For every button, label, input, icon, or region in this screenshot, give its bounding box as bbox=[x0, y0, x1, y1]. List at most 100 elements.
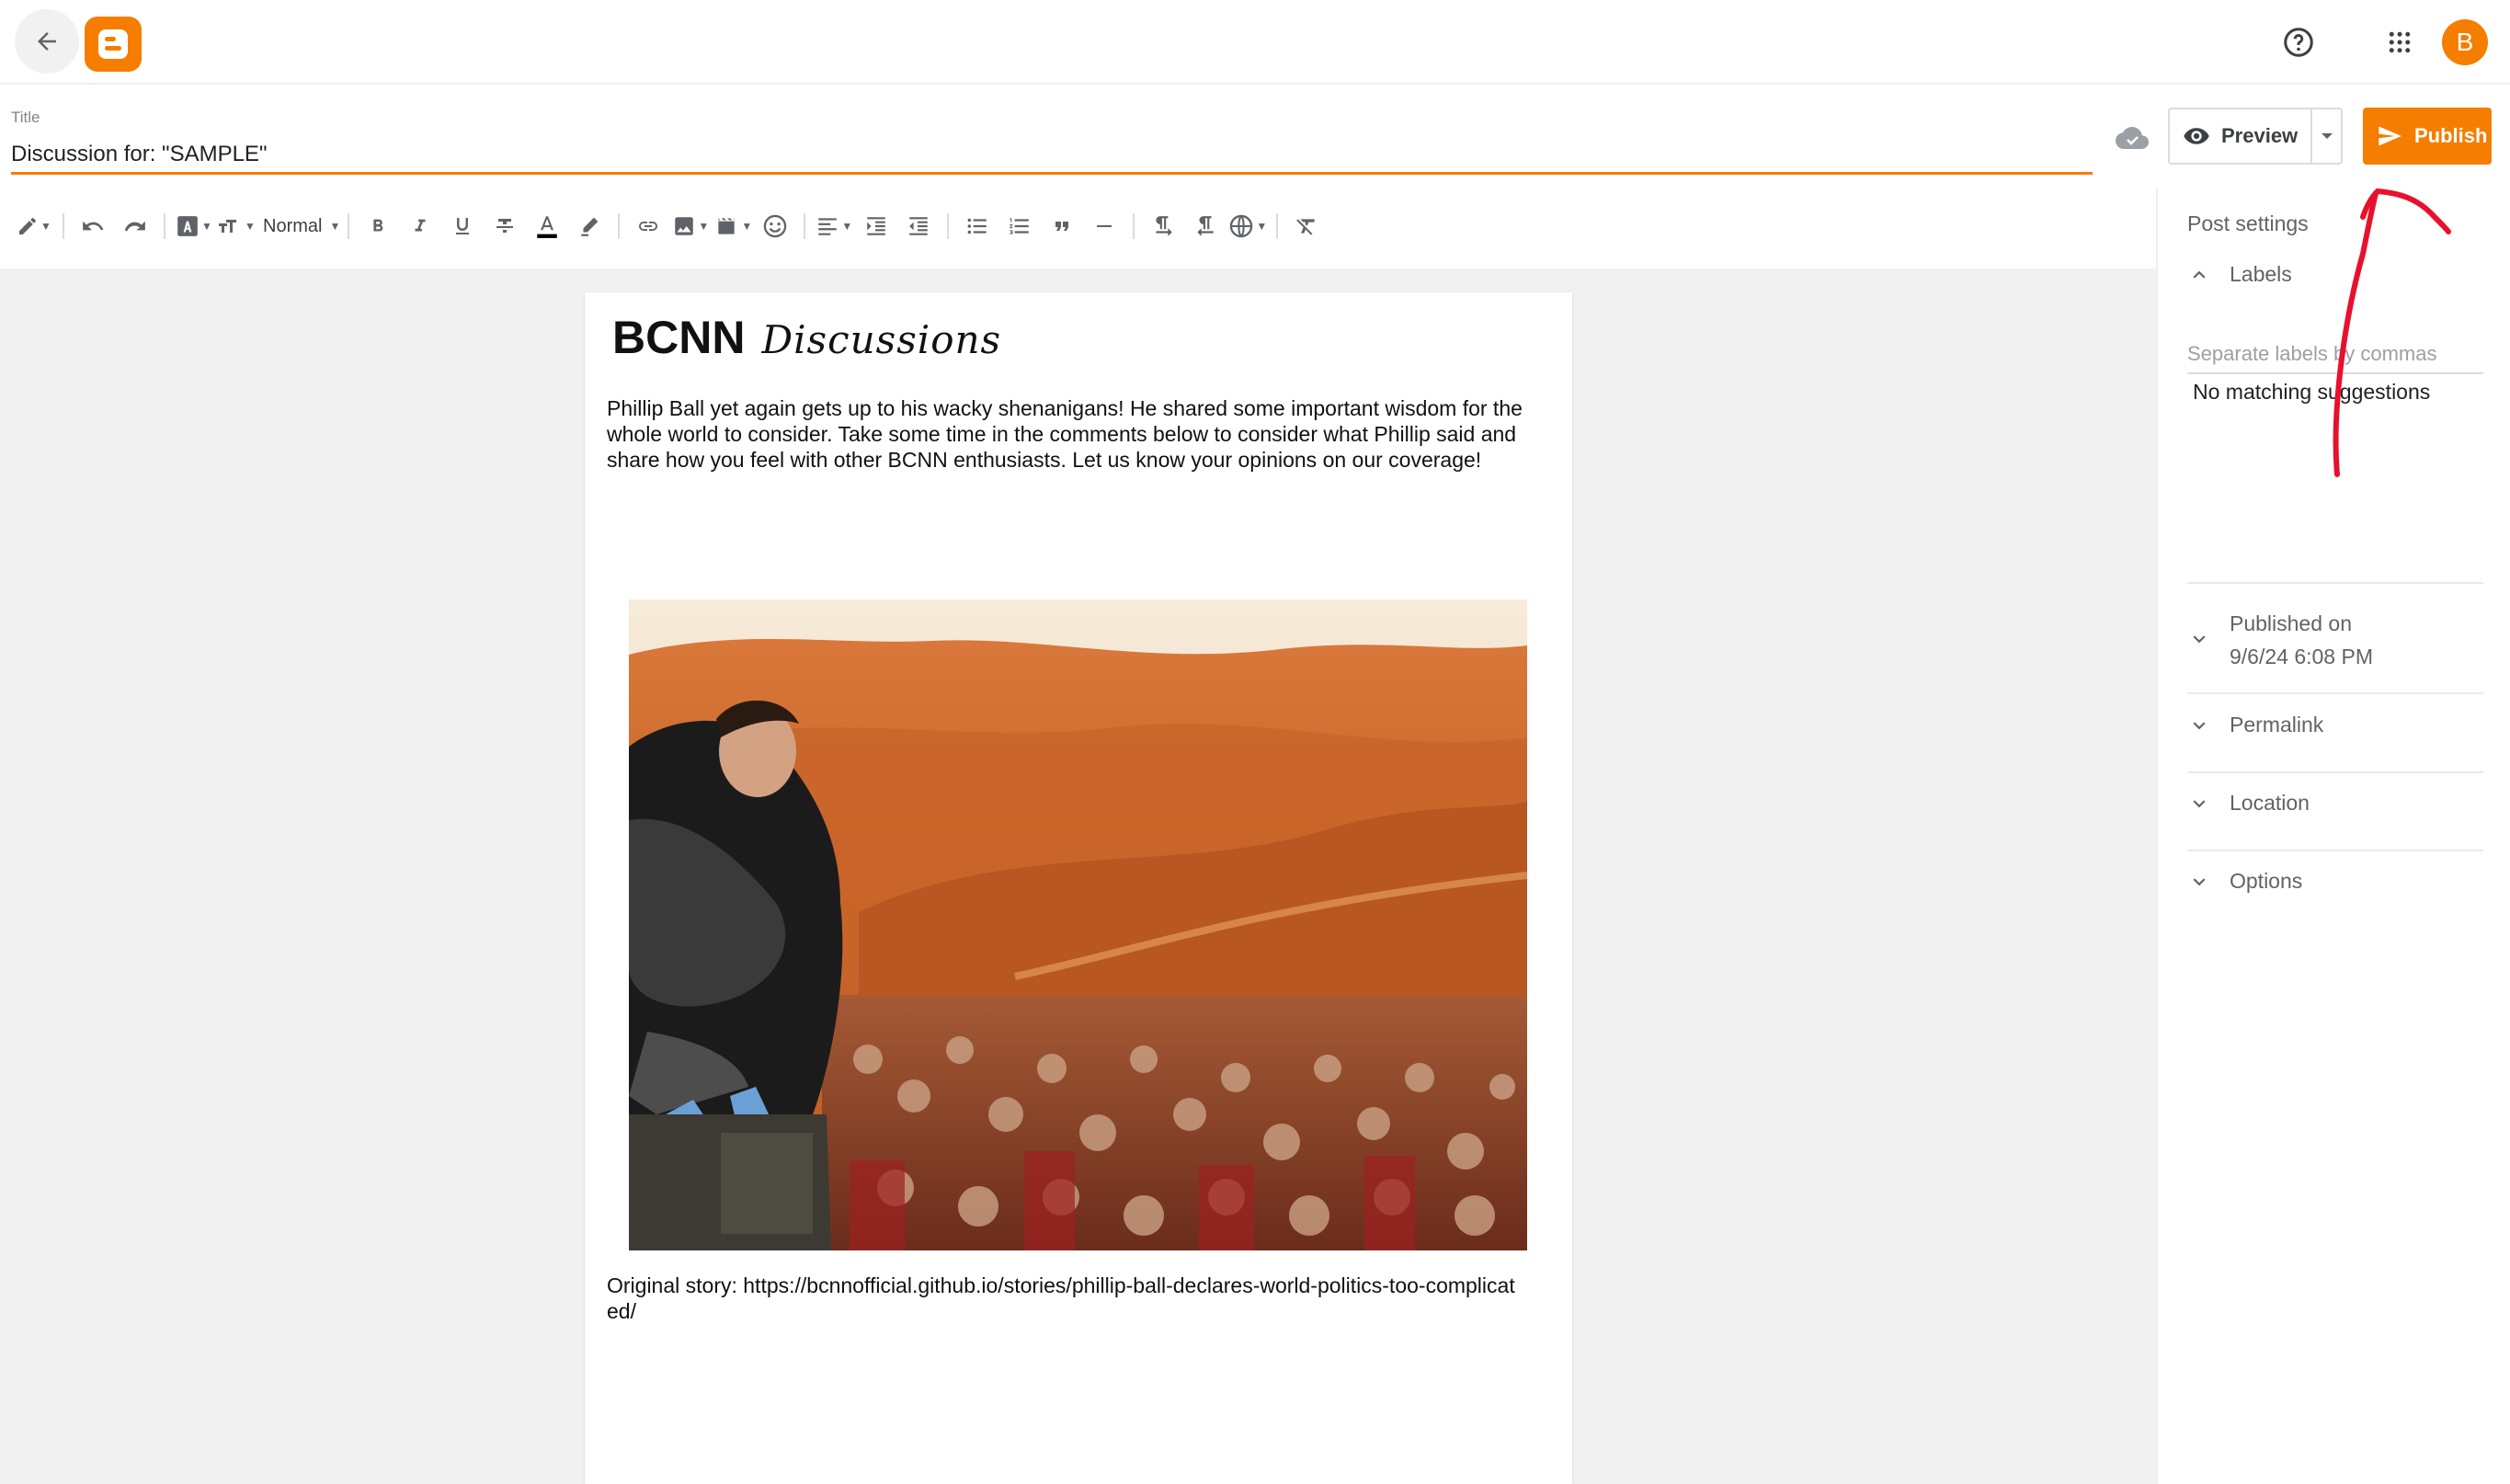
numbered-list-button[interactable] bbox=[998, 204, 1041, 248]
clear-formatting-button[interactable] bbox=[1285, 204, 1328, 248]
font-size-icon bbox=[219, 220, 237, 233]
heading-script-text: Discussions bbox=[761, 317, 1002, 362]
horizontal-rule-icon bbox=[1097, 225, 1112, 227]
globe-icon bbox=[1230, 214, 1253, 238]
strikethrough-button[interactable] bbox=[484, 204, 526, 248]
bold-button[interactable] bbox=[357, 204, 399, 248]
chevron-down-icon bbox=[2193, 799, 2206, 807]
permalink-section-toggle[interactable]: Permalink bbox=[2187, 713, 2483, 737]
outdent-icon bbox=[909, 217, 929, 235]
sidebar-divider bbox=[2187, 692, 2483, 694]
publish-label: Publish bbox=[2414, 124, 2488, 147]
cloud-check-icon bbox=[2112, 118, 2152, 158]
underline-button[interactable] bbox=[441, 204, 484, 248]
redo-button[interactable] bbox=[114, 204, 156, 248]
title-label: Title bbox=[11, 108, 40, 126]
chevron-down-icon bbox=[2193, 635, 2206, 644]
italic-button[interactable] bbox=[399, 204, 441, 248]
published-on-section-toggle[interactable]: Published on 9/6/24 6:08 PM bbox=[2187, 607, 2483, 673]
image-button[interactable]: ▼ bbox=[669, 204, 712, 248]
quote-icon bbox=[1055, 222, 1069, 231]
undo-icon bbox=[83, 221, 104, 231]
toolbar-divider bbox=[63, 213, 64, 239]
sidebar-divider bbox=[2187, 771, 2483, 773]
published-on-text: Published on 9/6/24 6:08 PM bbox=[2230, 607, 2373, 673]
avatar[interactable]: B bbox=[2442, 19, 2488, 65]
back-button[interactable] bbox=[15, 9, 79, 74]
title-field[interactable] bbox=[11, 136, 2093, 175]
chevron-down-icon bbox=[2193, 721, 2206, 729]
labels-input[interactable] bbox=[2187, 336, 2483, 374]
apps-grid-icon bbox=[2389, 31, 2411, 53]
quote-button[interactable] bbox=[1041, 204, 1083, 248]
original-story-link[interactable]: Original story: https://bcnnofficial.git… bbox=[607, 1273, 1526, 1324]
help-button[interactable] bbox=[2271, 15, 2326, 70]
labels-section-toggle[interactable]: Labels bbox=[2187, 262, 2483, 287]
link-icon bbox=[639, 222, 658, 231]
post-paragraph: Phillip Ball yet again gets up to his wa… bbox=[607, 396, 1523, 472]
indent-icon bbox=[867, 217, 886, 235]
preview-dropdown-button[interactable] bbox=[2312, 109, 2341, 163]
post-body-editor[interactable]: BCNN Discussions Phillip Ball yet again … bbox=[585, 292, 1572, 1484]
publish-button[interactable]: Publish bbox=[2363, 108, 2492, 165]
underline-icon bbox=[456, 218, 470, 234]
horizontal-rule-button[interactable] bbox=[1083, 204, 1125, 248]
paragraph-style-label: Normal bbox=[263, 215, 323, 236]
chevron-up-icon bbox=[2193, 270, 2206, 279]
location-section-toggle[interactable]: Location bbox=[2187, 791, 2483, 816]
bulleted-list-icon bbox=[967, 218, 987, 234]
apps-button[interactable] bbox=[2372, 15, 2427, 70]
options-label: Options bbox=[2230, 869, 2303, 893]
help-circle-icon bbox=[2284, 28, 2313, 57]
link-button[interactable] bbox=[627, 204, 669, 248]
toolbar-divider bbox=[618, 213, 621, 239]
align-button[interactable]: ▼ bbox=[813, 204, 855, 248]
ltr-button[interactable] bbox=[1142, 204, 1184, 248]
published-on-date: 9/6/24 6:08 PM bbox=[2230, 645, 2373, 668]
video-icon bbox=[718, 218, 736, 234]
preview-button-group: Preview bbox=[2168, 108, 2343, 165]
numbered-list-icon bbox=[1010, 218, 1030, 234]
caret-down-icon bbox=[2321, 133, 2333, 139]
ltr-icon bbox=[1156, 216, 1173, 236]
italic-icon bbox=[415, 219, 426, 232]
preview-label: Preview bbox=[2221, 124, 2299, 147]
emoji-button[interactable] bbox=[754, 204, 796, 248]
send-icon bbox=[2379, 126, 2402, 146]
video-button[interactable]: ▼ bbox=[712, 204, 754, 248]
font-family-button[interactable]: ▼ bbox=[173, 204, 215, 248]
undo-button[interactable] bbox=[72, 204, 114, 248]
paragraph-style-select[interactable]: Normal ▼ bbox=[257, 204, 340, 248]
toolbar-divider bbox=[947, 213, 950, 239]
outdent-button[interactable] bbox=[897, 204, 940, 248]
highlight-button[interactable] bbox=[568, 204, 610, 248]
eye-icon bbox=[2184, 128, 2209, 144]
bulleted-list-button[interactable] bbox=[956, 204, 998, 248]
formatting-toolbar: ▼ ▼ ▼ Normal ▼ ▼ ▼ ▼ ▼ bbox=[0, 195, 2156, 257]
labels-no-match: No matching suggestions bbox=[2193, 380, 2431, 404]
font-family-icon bbox=[177, 216, 198, 236]
indent-button[interactable] bbox=[855, 204, 897, 248]
editor-canvas: BCNN Discussions Phillip Ball yet again … bbox=[0, 268, 2156, 1484]
toolbar-divider bbox=[164, 213, 165, 239]
align-left-icon bbox=[818, 218, 838, 235]
post-heading: BCNN Discussions bbox=[612, 311, 1001, 364]
text-color-button[interactable] bbox=[526, 204, 568, 248]
options-section-toggle[interactable]: Options bbox=[2187, 869, 2483, 894]
text-color-icon bbox=[537, 216, 558, 238]
blogger-logo-icon[interactable] bbox=[85, 17, 142, 72]
toolbar-divider bbox=[348, 213, 350, 239]
arrow-left-icon bbox=[38, 32, 56, 51]
preview-button[interactable]: Preview bbox=[2170, 109, 2313, 163]
rtl-button[interactable] bbox=[1184, 204, 1226, 248]
highlight-icon bbox=[581, 217, 599, 236]
labels-title: Labels bbox=[2230, 262, 2292, 286]
post-settings-title: Post settings bbox=[2187, 211, 2309, 235]
post-image[interactable] bbox=[629, 599, 1527, 1250]
toolbar-divider bbox=[1276, 213, 1279, 239]
language-button[interactable]: ▼ bbox=[1226, 204, 1269, 248]
pencil-icon bbox=[19, 218, 37, 234]
app-bar: B bbox=[0, 0, 2510, 85]
font-size-button[interactable]: ▼ bbox=[215, 204, 257, 248]
pencil-mode-button[interactable]: ▼ bbox=[13, 204, 55, 248]
